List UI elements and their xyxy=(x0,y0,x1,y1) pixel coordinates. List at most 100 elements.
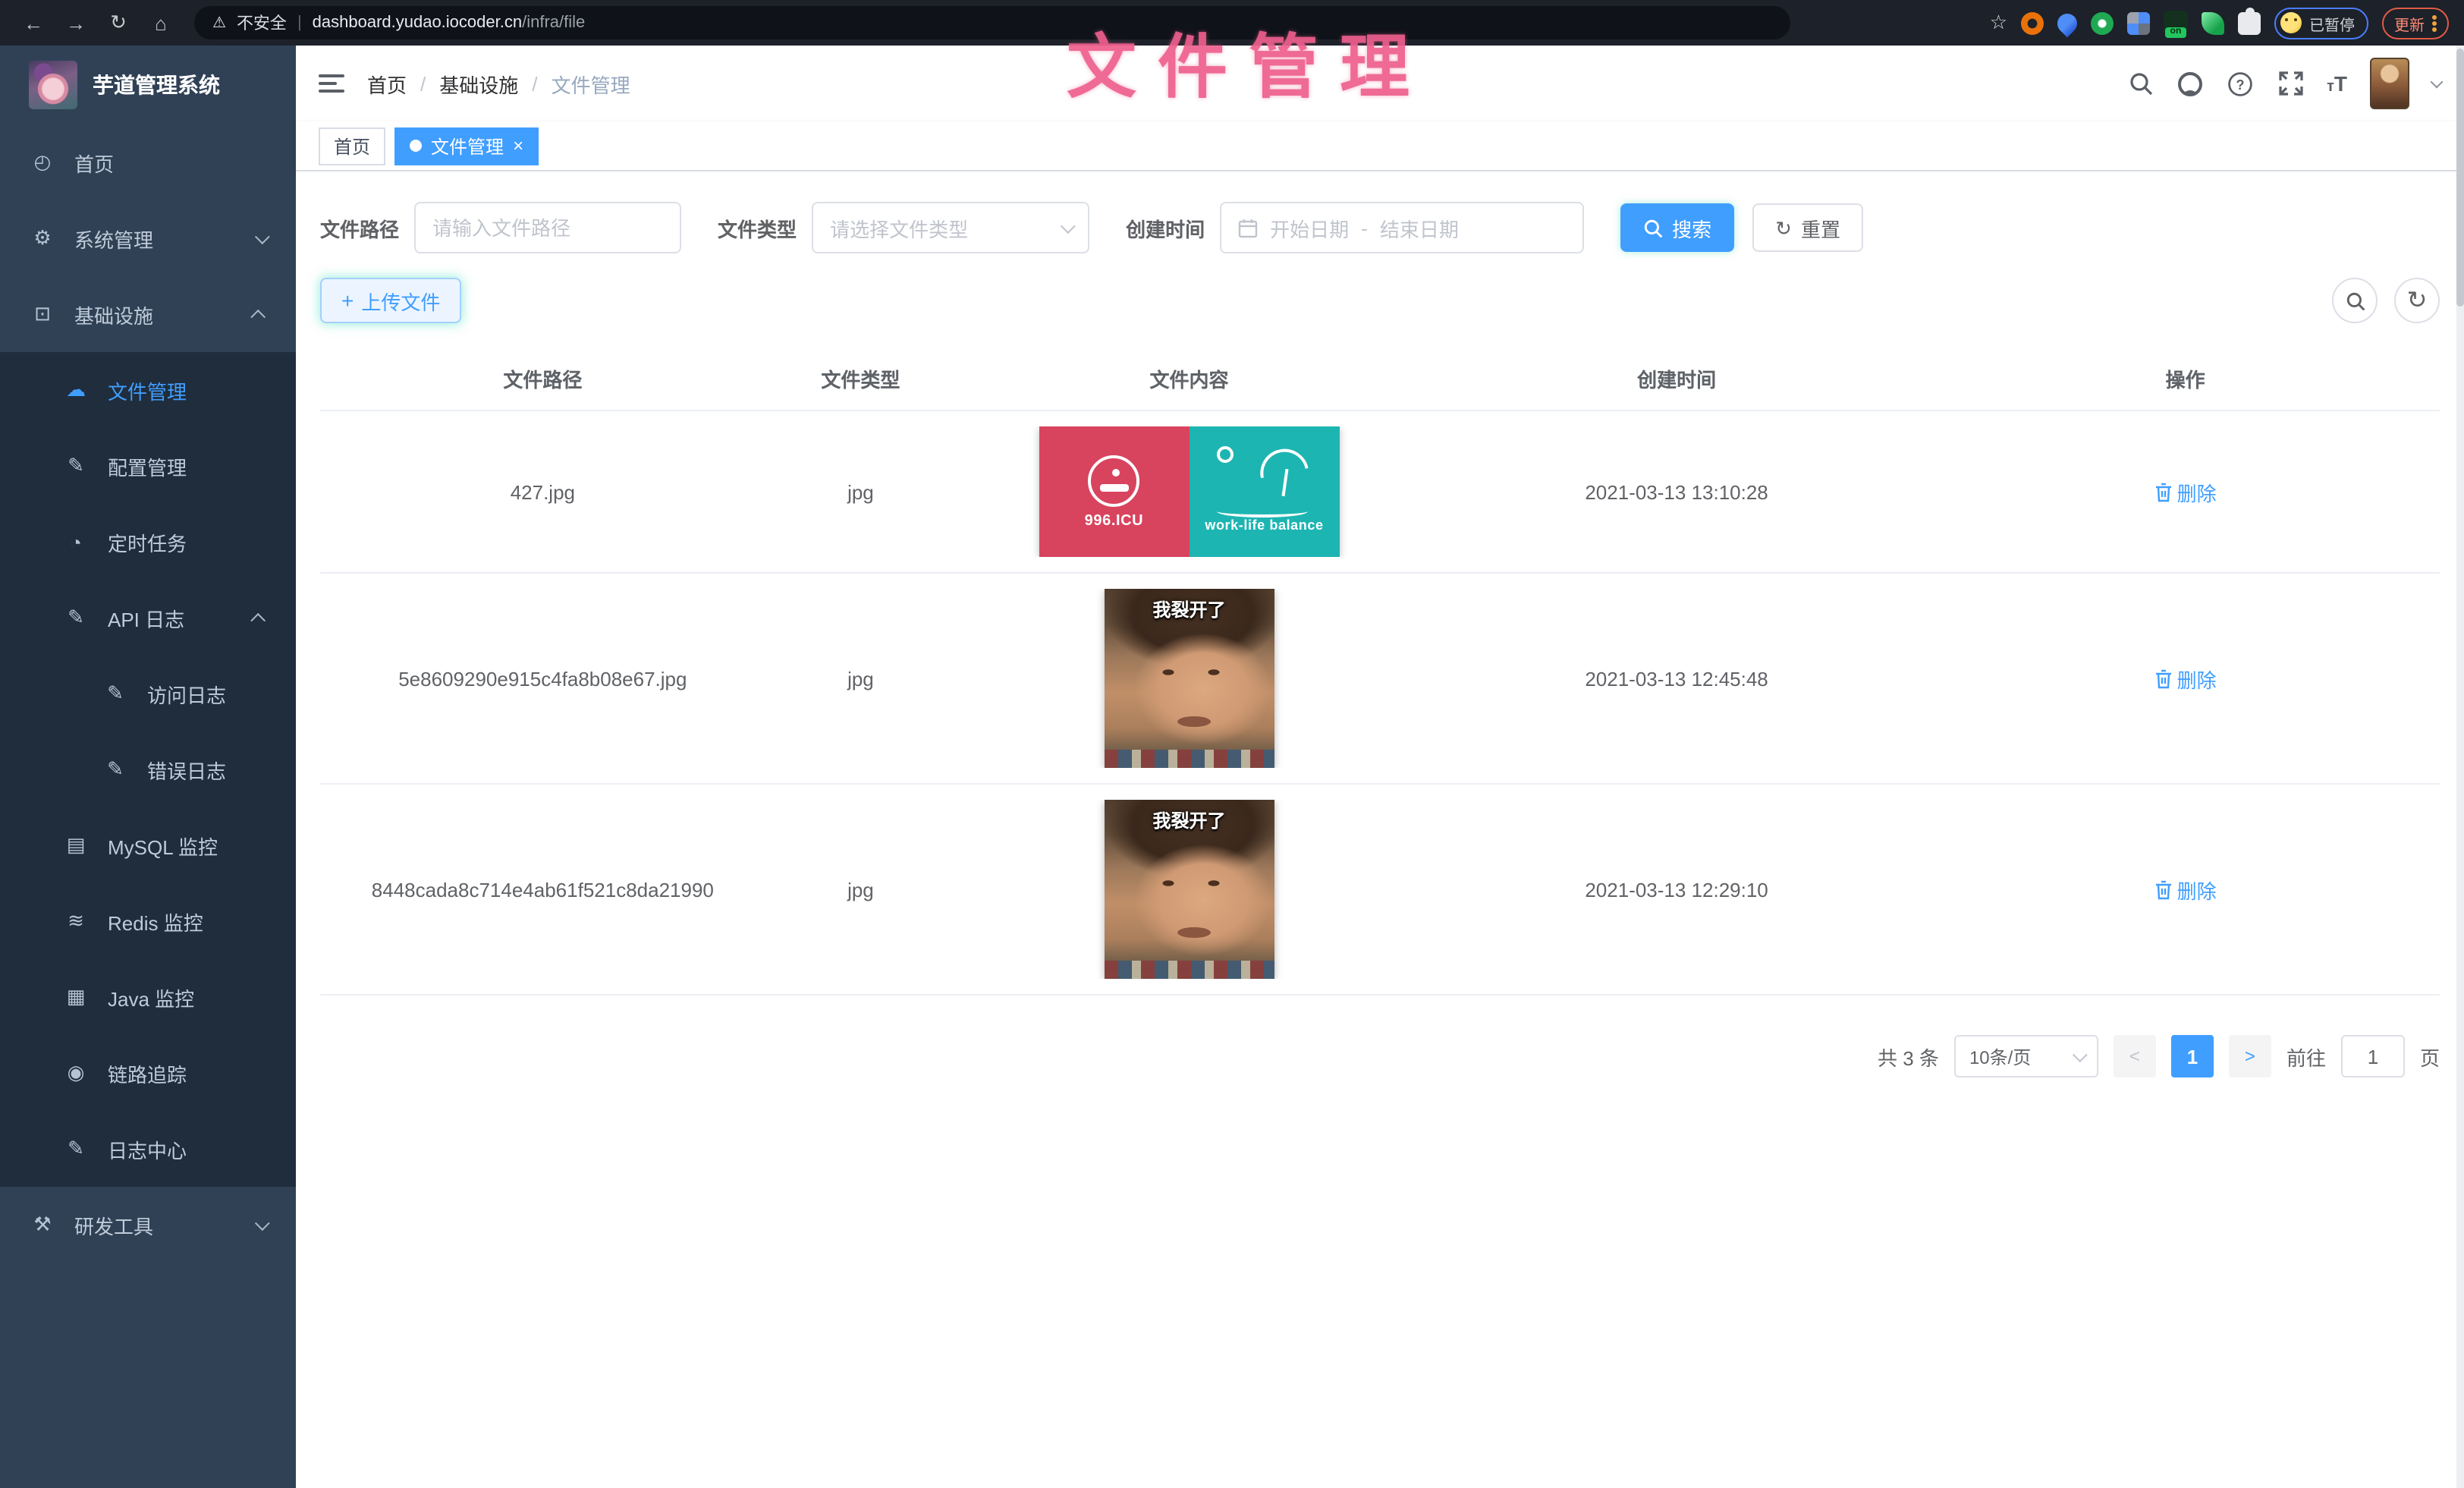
sidebar-collapse-icon[interactable] xyxy=(319,74,344,93)
sidebar-item-config-manage[interactable]: ✎ 配置管理 xyxy=(0,428,296,504)
extensions-puzzle-icon[interactable] xyxy=(2238,11,2261,34)
app-title: 芋道管理系统 xyxy=(93,70,220,100)
reset-button[interactable]: ↻ 重置 xyxy=(1752,203,1863,252)
file-preview-meme[interactable]: 我裂开了 xyxy=(1104,589,1274,768)
start-date-placeholder[interactable]: 开始日期 xyxy=(1270,213,1349,242)
database-icon: ▤ xyxy=(64,833,88,857)
page-size-select[interactable]: 10条/页 xyxy=(1954,1035,2098,1077)
page-url: dashboard.yudao.iocoder.cn/infra/file xyxy=(313,14,586,32)
date-range-picker[interactable]: 开始日期 - 结束日期 xyxy=(1220,202,1584,253)
browser-update-button[interactable]: 更新 xyxy=(2382,7,2449,39)
help-icon[interactable]: ? xyxy=(2227,70,2254,97)
browser-menu-icon[interactable] xyxy=(2432,14,2437,31)
table-row: 427.jpg jpg 996.ICU xyxy=(320,411,2440,574)
active-dot xyxy=(410,140,422,152)
chevron-down-icon xyxy=(2073,1046,2088,1062)
refresh-table-button[interactable]: ↻ xyxy=(2394,278,2440,323)
cloud-upload-icon: ☁ xyxy=(64,378,88,402)
sidebar-item-dev-tools[interactable]: ⚒ 研发工具 xyxy=(0,1187,296,1263)
tags-view-bar: 首页 文件管理 × xyxy=(296,121,2464,171)
col-header-path: 文件路径 xyxy=(320,364,765,393)
sidebar-item-system[interactable]: ⚙ 系统管理 xyxy=(0,200,296,276)
page-unit-label: 页 xyxy=(2420,1042,2440,1071)
browser-back-icon[interactable]: ← xyxy=(15,5,52,41)
top-navbar: 首页 / 基础设施 / 文件管理 ? xyxy=(296,46,2464,121)
sidebar-item-log-center[interactable]: ✎ 日志中心 xyxy=(0,1111,296,1187)
extension-switch-icon[interactable]: on xyxy=(2164,11,2188,35)
file-preview-meme[interactable]: 我裂开了 xyxy=(1104,800,1274,979)
page-number-active[interactable]: 1 xyxy=(2171,1035,2214,1077)
sidebar-item-redis-monitor[interactable]: ≋ Redis 监控 xyxy=(0,883,296,959)
delete-button[interactable]: 删除 xyxy=(2154,664,2217,693)
cell-created-time: 2021-03-13 13:10:28 xyxy=(1422,480,1931,503)
sidebar-item-access-log[interactable]: ✎ 访问日志 xyxy=(0,656,296,731)
prev-page-button[interactable]: < xyxy=(2114,1035,2156,1077)
edit-icon: ✎ xyxy=(103,757,127,782)
umbrella-icon xyxy=(1256,445,1308,479)
screen: ← → ↻ ⌂ ⚠ 不安全 | dashboard.yudao.iocoder.… xyxy=(0,0,2464,1488)
goto-page-input[interactable] xyxy=(2341,1035,2405,1077)
file-type-select[interactable]: 请选择文件类型 xyxy=(812,202,1089,253)
file-manage-page: 文件路径 文件类型 请选择文件类型 创建时间 开始日期 xyxy=(296,171,2464,1488)
search-button[interactable]: 搜索 xyxy=(1620,203,1734,252)
col-header-type: 文件类型 xyxy=(765,364,956,393)
app-logo[interactable]: 芋道管理系统 xyxy=(0,46,296,124)
chevron-up-icon xyxy=(250,309,266,324)
delete-button[interactable]: 删除 xyxy=(2154,477,2217,506)
font-size-icon[interactable]: тT xyxy=(2327,71,2347,96)
not-secure-warning-icon: ⚠ xyxy=(212,14,226,31)
create-time-label: 创建时间 xyxy=(1126,213,1205,242)
bookmark-star-icon[interactable]: ☆ xyxy=(1990,11,2007,35)
sidebar-item-tracing[interactable]: ◉ 链路追踪 xyxy=(0,1035,296,1111)
toggle-search-button[interactable] xyxy=(2332,278,2378,323)
github-icon[interactable] xyxy=(2176,70,2204,97)
end-date-placeholder[interactable]: 结束日期 xyxy=(1380,213,1459,242)
breadcrumb-current: 文件管理 xyxy=(552,69,630,98)
tag-file-manage[interactable]: 文件管理 × xyxy=(394,127,539,165)
sidebar-item-file-manage[interactable]: ☁ 文件管理 xyxy=(0,352,296,428)
profile-paused-badge[interactable]: 已暂停 xyxy=(2274,7,2368,39)
tag-home[interactable]: 首页 xyxy=(319,127,385,165)
file-path-input[interactable] xyxy=(432,216,663,239)
close-icon[interactable]: × xyxy=(513,137,523,155)
extension-green-icon[interactable] xyxy=(2091,11,2114,34)
next-page-button[interactable]: > xyxy=(2229,1035,2271,1077)
sidebar-item-mysql-monitor[interactable]: ▤ MySQL 监控 xyxy=(0,807,296,883)
breadcrumb-home[interactable]: 首页 xyxy=(367,69,407,98)
sidebar-item-infra[interactable]: ⊡ 基础设施 xyxy=(0,276,296,352)
scrollbar-thumb[interactable] xyxy=(2456,49,2464,307)
extension-gear-icon[interactable] xyxy=(2021,11,2044,34)
breadcrumb-infra[interactable]: 基础设施 xyxy=(439,69,518,98)
sidebar-item-error-log[interactable]: ✎ 错误日志 xyxy=(0,731,296,807)
sidebar-item-scheduled-jobs[interactable]: ◔ 定时任务 xyxy=(0,504,296,580)
url-divider: | xyxy=(297,14,302,32)
extension-leaf-icon[interactable] xyxy=(2202,11,2224,34)
page-scrollbar[interactable] xyxy=(2456,46,2464,1488)
avatar-caret-icon[interactable] xyxy=(2431,75,2444,88)
browser-forward-icon[interactable]: → xyxy=(58,5,94,41)
user-avatar[interactable] xyxy=(2370,58,2409,109)
search-icon[interactable] xyxy=(2126,70,2154,97)
browser-reload-icon[interactable]: ↻ xyxy=(100,5,137,41)
sidebar-item-api-log[interactable]: ✎ API 日志 xyxy=(0,580,296,656)
sidebar-item-home[interactable]: ◴ 首页 xyxy=(0,124,296,200)
delete-button[interactable]: 删除 xyxy=(2154,875,2217,904)
sidebar-item-java-monitor[interactable]: ▦ Java 监控 xyxy=(0,959,296,1035)
dashboard-icon: ◴ xyxy=(30,150,55,175)
address-bar[interactable]: ⚠ 不安全 | dashboard.yudao.iocoder.cn/infra… xyxy=(194,6,1790,39)
fullscreen-icon[interactable] xyxy=(2277,70,2304,97)
cell-created-time: 2021-03-13 12:29:10 xyxy=(1422,878,1931,901)
extension-pin-icon[interactable] xyxy=(2054,9,2082,37)
cell-file-type: jpg xyxy=(765,878,956,901)
upload-file-button[interactable]: + 上传文件 xyxy=(320,278,461,323)
table-row: 5e8609290e915c4fa8b08e67.jpg jpg 我裂开了 20… xyxy=(320,574,2440,785)
logo-image xyxy=(29,61,77,109)
extension-grid-icon[interactable] xyxy=(2127,11,2150,34)
file-preview-996-banner[interactable]: 996.ICU work-life balance xyxy=(1039,426,1339,557)
browser-home-icon[interactable]: ⌂ xyxy=(143,5,179,41)
security-label: 不安全 xyxy=(237,11,287,35)
cell-file-path: 427.jpg xyxy=(320,480,765,503)
chevron-down-icon xyxy=(1061,218,1076,233)
file-path-label: 文件路径 xyxy=(320,213,399,242)
search-filter-form: 文件路径 文件类型 请选择文件类型 创建时间 开始日期 xyxy=(320,202,2440,253)
